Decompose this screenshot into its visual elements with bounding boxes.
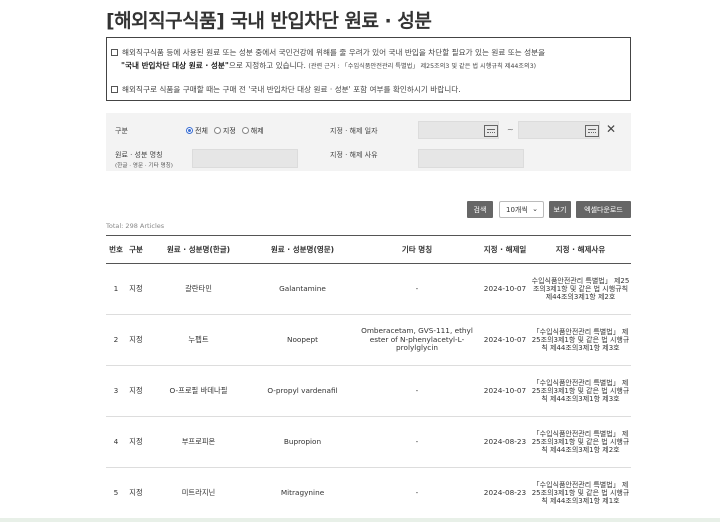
cell-name-en: Bupropion [251,416,354,468]
radio-all[interactable]: 전체 [186,126,208,136]
cell-other: - [354,365,480,417]
reason-input[interactable] [418,149,524,168]
cell-date: 2024-10-07 [480,365,530,417]
table-header-row: 번호 구분 원료 · 성분명(한글) 원료 · 성분명(영문) 기타 명칭 지정… [106,235,631,264]
excel-download-button[interactable]: 엑셀다운로드 [576,201,631,218]
calendar-icon[interactable] [585,125,599,137]
header-name-en: 원료 · 성분명(영문) [251,235,354,264]
page-title: [해외직구식품] 국내 반입차단 원료 · 성분 [106,10,432,32]
search-panel: 구분 전체 지정 해제 지정 · 해제 일자 ~ ✕ 원료 · 성분 명칭 (한글… [106,113,631,171]
cell-name-ko[interactable]: 갈란타민 [146,263,251,315]
notice-line-2: "국내 반입차단 대상 원료 · 성분"으로 지정하고 있습니다. (관련 근거… [121,61,537,70]
cell-no: 3 [106,365,126,417]
table-row[interactable]: 1 지정 갈란타민 Galantamine - 2024-10-07 수입식품안… [106,263,631,315]
radio-designate[interactable]: 지정 [213,126,236,136]
calendar-icon[interactable] [484,125,498,137]
reason-label: 지정 · 해제 사유 [330,151,378,159]
search-button[interactable]: 검색 [467,201,493,218]
total-count: Total: 298 Articles [106,222,165,230]
page-size-select[interactable]: 10개씩 ⌄ [499,201,544,218]
name-input[interactable] [192,149,298,168]
view-button[interactable]: 보기 [549,201,571,218]
cell-no: 1 [106,263,126,315]
header-name-ko: 원료 · 성분명(한글) [146,235,251,264]
notice-box: 해외직구식품 등에 사용된 원료 또는 성분 중에서 국민건강에 위해를 줄 우… [106,37,631,101]
cell-name-ko[interactable]: 부프로피온 [146,416,251,468]
header-type: 구분 [126,235,146,264]
date-label: 지정 · 해제 일자 [330,127,378,135]
cell-no: 4 [106,416,126,468]
cell-name-en: Mitragynine [251,467,354,519]
table-row[interactable]: 4 지정 부프로피온 Bupropion - 2024-08-23 「수입식품안… [106,416,631,468]
results-table: 번호 구분 원료 · 성분명(한글) 원료 · 성분명(영문) 기타 명칭 지정… [106,235,631,519]
cell-basis: 「수입식품안전관리 특별법」 제25조의3제1항 및 같은 법 시행규칙 제44… [530,467,631,519]
cell-other: - [354,263,480,315]
cell-basis: 「수입식품안전관리 특별법」 제25조의3제1항 및 같은 법 시행규칙 제44… [530,416,631,468]
cell-basis: 수입식품안전관리 특별법」 제25조의3제1항 및 같은 법 시행규칙 제44조… [530,263,631,315]
cell-name-en: Galantamine [251,263,354,315]
cell-date: 2024-10-07 [480,314,530,366]
table-row[interactable]: 5 지정 미트라지닌 Mitragynine - 2024-08-23 「수입식… [106,467,631,519]
cell-no: 2 [106,314,126,366]
name-label: 원료 · 성분 명칭 (한글 · 영문 · 기타 명칭) [115,151,173,169]
cell-other: Omberacetam, GVS-111, ethyl ester of N-p… [354,314,480,366]
radio-icon [213,127,221,134]
cell-name-en: Noopept [251,314,354,366]
notice-line-3: 해외직구로 식품을 구매할 때는 구매 전 '국내 반입차단 대상 원료 · 성… [111,79,626,101]
square-bullet-icon [111,86,118,93]
date-separator: ~ [507,125,514,134]
cell-type: 지정 [126,416,146,468]
header-date: 지정 · 해제일 [480,235,530,264]
table-row[interactable]: 3 지정 O-프로필 바데나필 O-propyl vardenafil - 20… [106,365,631,417]
radio-release[interactable]: 해제 [241,126,264,136]
cell-name-ko[interactable]: O-프로필 바데나필 [146,365,251,417]
radio-icon [241,127,249,134]
bottom-strip [0,518,720,522]
cell-other: - [354,416,480,468]
header-other: 기타 명칭 [354,235,480,264]
header-basis: 지정 · 해제사유 [530,235,631,264]
cell-type: 지정 [126,314,146,366]
cell-no: 5 [106,467,126,519]
cell-type: 지정 [126,263,146,315]
radio-checked-icon [186,127,193,134]
clear-date-icon[interactable]: ✕ [606,122,616,136]
cell-basis: 「수입식품안전관리 특별법」 제25조의3제1항 및 같은 법 시행규칙 제44… [530,314,631,366]
chevron-down-icon: ⌄ [532,205,538,213]
cell-date: 2024-08-23 [480,416,530,468]
cell-other: - [354,467,480,519]
cell-basis: 「수입식품안전관리 특별법」 제25조의3제1항 및 같은 법 시행규칙 제44… [530,365,631,417]
type-radio-group: 전체 지정 해제 [186,126,264,136]
square-bullet-icon [111,49,118,56]
cell-name-en: O-propyl vardenafil [251,365,354,417]
cell-name-ko[interactable]: 미트라지닌 [146,467,251,519]
header-no: 번호 [106,235,126,264]
type-label: 구분 [115,127,128,135]
table-row[interactable]: 2 지정 누펩트 Noopept Omberacetam, GVS-111, e… [106,314,631,366]
cell-date: 2024-10-07 [480,263,530,315]
cell-type: 지정 [126,365,146,417]
cell-date: 2024-08-23 [480,467,530,519]
cell-type: 지정 [126,467,146,519]
cell-name-ko[interactable]: 누펩트 [146,314,251,366]
